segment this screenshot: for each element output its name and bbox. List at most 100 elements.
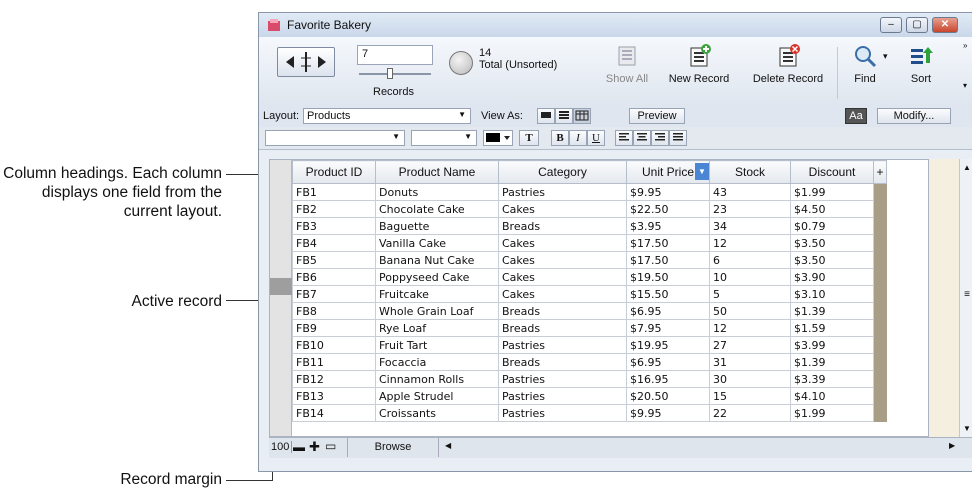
table-row[interactable]: FB3 Baguette Breads $3.95 34 $0.79 [292,217,887,235]
cell-category[interactable]: Pastries [498,404,627,422]
table-row[interactable]: FB13 Apple Strudel Pastries $20.50 15 $4.10 [292,387,887,405]
cell-stock[interactable]: 6 [709,251,791,269]
table-row[interactable]: FB6 Poppyseed Cake Cakes $19.50 10 $3.90 [292,268,887,286]
cell-unit-price[interactable]: $9.95 [626,183,710,201]
cell-product-name[interactable]: Poppyseed Cake [375,268,499,286]
cell-unit-price[interactable]: $17.50 [626,234,710,252]
cell-stock[interactable]: 23 [709,200,791,218]
cell-product-id[interactable]: FB5 [292,251,376,269]
add-field-button[interactable]: + [873,160,887,184]
italic-button[interactable]: I [569,130,587,146]
cell-category[interactable]: Pastries [498,370,627,388]
font-select[interactable]: ▼ [265,130,405,146]
cell-product-name[interactable]: Croissants [375,404,499,422]
cell-product-id[interactable]: FB1 [292,183,376,201]
cell-product-name[interactable]: Banana Nut Cake [375,251,499,269]
cell-unit-price[interactable]: $22.50 [626,200,710,218]
cell-unit-price[interactable]: $7.95 [626,319,710,337]
column-header-product-id[interactable]: Product ID [292,160,376,184]
cell-category[interactable]: Breads [498,353,627,371]
book-navigator[interactable] [277,47,335,77]
cell-product-id[interactable]: FB7 [292,285,376,303]
table-row[interactable]: FB5 Banana Nut Cake Cakes $17.50 6 $3.50 [292,251,887,269]
cell-category[interactable]: Cakes [498,200,627,218]
cell-discount[interactable]: $3.99 [790,336,874,354]
cell-discount[interactable]: $1.59 [790,319,874,337]
align-right-button[interactable] [651,130,669,146]
cell-product-name[interactable]: Donuts [375,183,499,201]
cell-product-id[interactable]: FB11 [292,353,376,371]
cell-product-id[interactable]: FB10 [292,336,376,354]
toggle-status-area-icon[interactable]: ▭ [325,439,336,453]
cell-category[interactable]: Breads [498,302,627,320]
cell-discount[interactable]: $3.10 [790,285,874,303]
cell-product-id[interactable]: FB2 [292,200,376,218]
cell-unit-price[interactable]: $3.95 [626,217,710,235]
record-slider-track[interactable] [359,73,431,75]
cell-stock[interactable]: 5 [709,285,791,303]
cell-stock[interactable]: 12 [709,319,791,337]
cell-product-name[interactable]: Fruitcake [375,285,499,303]
cell-stock[interactable]: 31 [709,353,791,371]
column-header-discount[interactable]: Discount [790,160,874,184]
preview-button[interactable]: Preview [629,108,685,124]
view-form-button[interactable] [537,108,555,124]
cell-stock[interactable]: 22 [709,404,791,422]
zoom-in-icon[interactable]: ✚ [309,439,320,455]
cell-discount[interactable]: $1.99 [790,183,874,201]
table-row[interactable]: FB2 Chocolate Cake Cakes $22.50 23 $4.50 [292,200,887,218]
cell-stock[interactable]: 10 [709,268,791,286]
text-style-button[interactable]: T [519,130,539,146]
cell-product-id[interactable]: FB6 [292,268,376,286]
cell-category[interactable]: Pastries [498,336,627,354]
cell-discount[interactable]: $1.39 [790,302,874,320]
table-row[interactable]: FB11 Focaccia Breads $6.95 31 $1.39 [292,353,887,371]
delete-record-button[interactable]: Delete Record [745,43,831,85]
scroll-down-icon[interactable]: ▼ [960,424,972,433]
vertical-scrollbar[interactable]: ▲ ≡ ▼ [959,159,972,437]
cell-discount[interactable]: $3.39 [790,370,874,388]
layout-select[interactable]: Products ▼ [303,108,471,124]
view-list-button[interactable] [555,108,573,124]
title-bar[interactable]: Favorite Bakery – ▢ ✕ [259,13,972,38]
cell-unit-price[interactable]: $19.95 [626,336,710,354]
cell-unit-price[interactable]: $19.50 [626,268,710,286]
text-color-picker[interactable] [483,130,513,146]
cell-stock[interactable]: 27 [709,336,791,354]
underline-button[interactable]: U [587,130,605,146]
cell-product-name[interactable]: Chocolate Cake [375,200,499,218]
toolbar-overflow-icon[interactable]: » ▾ [963,41,972,101]
cell-product-id[interactable]: FB12 [292,370,376,388]
cell-product-id[interactable]: FB3 [292,217,376,235]
cell-stock[interactable]: 50 [709,302,791,320]
font-size-select[interactable]: ▼ [411,130,477,146]
modify-button[interactable]: Modify... [877,108,951,124]
text-format-toggle[interactable]: Aa [845,108,867,124]
cell-unit-price[interactable]: $15.50 [626,285,710,303]
cell-product-id[interactable]: FB14 [292,404,376,422]
cell-discount[interactable]: $4.50 [790,200,874,218]
column-header-unit-price[interactable]: Unit Price ▼ [626,160,710,184]
cell-unit-price[interactable]: $20.50 [626,387,710,405]
table-row[interactable]: FB10 Fruit Tart Pastries $19.95 27 $3.99 [292,336,887,354]
cell-product-name[interactable]: Vanilla Cake [375,234,499,252]
table-row[interactable]: FB12 Cinnamon Rolls Pastries $16.95 30 $3.39 [292,370,887,388]
mode-popup[interactable]: Browse [347,438,439,457]
cell-category[interactable]: Pastries [498,183,627,201]
cell-category[interactable]: Cakes [498,234,627,252]
cell-product-id[interactable]: FB13 [292,387,376,405]
cell-category[interactable]: Breads [498,217,627,235]
column-header-product-name[interactable]: Product Name [375,160,499,184]
cell-product-id[interactable]: FB9 [292,319,376,337]
align-center-button[interactable] [633,130,651,146]
find-button[interactable]: Find [843,43,887,85]
scroll-up-icon[interactable]: ▲ [960,163,972,172]
cell-discount[interactable]: $0.79 [790,217,874,235]
cell-product-id[interactable]: FB4 [292,234,376,252]
bold-button[interactable]: B [551,130,569,146]
record-slider-knob[interactable] [387,68,393,79]
table-row[interactable]: FB9 Rye Loaf Breads $7.95 12 $1.59 [292,319,887,337]
scroll-left-icon[interactable]: ◀ [445,441,451,450]
cell-stock[interactable]: 30 [709,370,791,388]
show-all-button[interactable]: Show All [597,43,657,85]
